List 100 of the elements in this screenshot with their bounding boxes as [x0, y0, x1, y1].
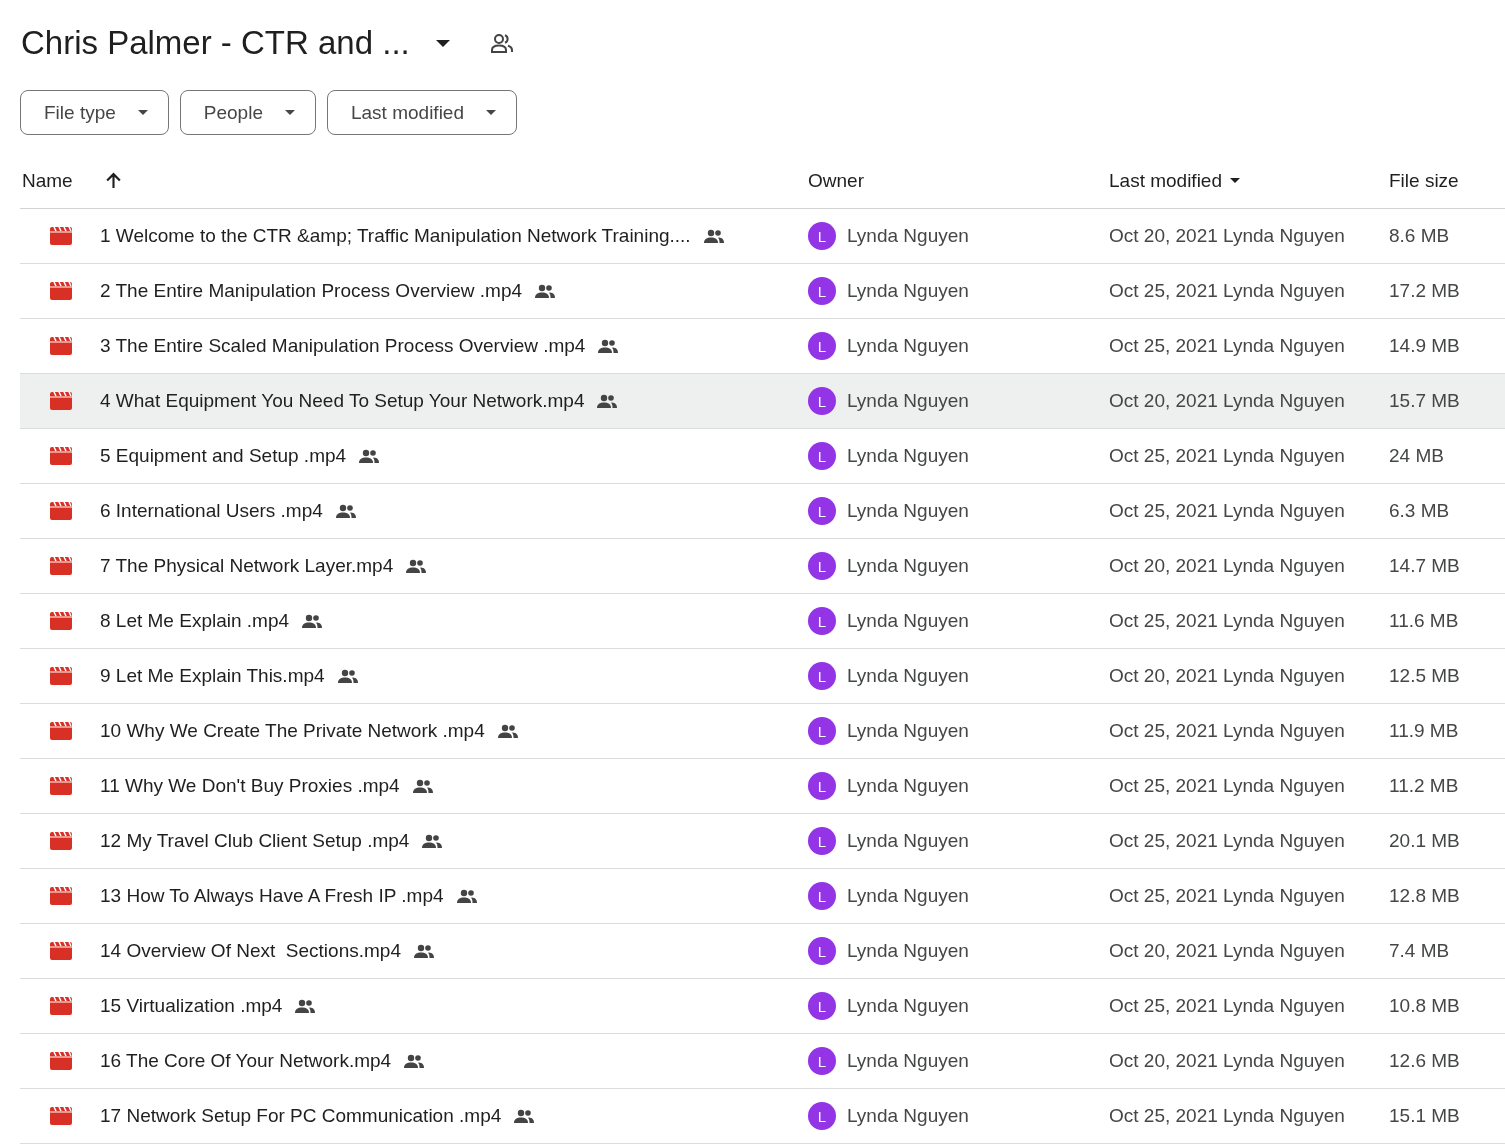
video-file-icon: [50, 612, 72, 630]
video-file-icon: [50, 502, 72, 520]
file-row[interactable]: 12 My Travel Club Client Setup .mp4 L Lynda Nguyen Oct 25, 2021 Lynda Nguyen 20.1 MB: [20, 814, 1505, 869]
video-file-icon: [50, 1052, 72, 1070]
modified-date: Oct 25, 2021: [1109, 500, 1218, 521]
owner-avatar: L: [808, 442, 836, 470]
file-row[interactable]: 16 The Core Of Your Network.mp4 L Lynda Nguyen Oct 20, 2021 Lynda Nguyen 12.6 MB: [20, 1034, 1505, 1089]
file-name: 10 Why We Create The Private Network .mp4: [100, 720, 485, 742]
file-row[interactable]: 13 How To Always Have A Fresh IP .mp4 L Lynda Nguyen Oct 25, 2021 Lynda Nguyen 12.8 MB: [20, 869, 1505, 924]
owner-avatar: L: [808, 552, 836, 580]
dropdown-caret-icon: [137, 110, 148, 115]
file-size: 15.1 MB: [1389, 1105, 1460, 1126]
owner-avatar: L: [808, 772, 836, 800]
file-size: 8.6 MB: [1389, 225, 1450, 246]
filter-chip[interactable]: Last modified: [327, 90, 517, 135]
modified-by: Lynda Nguyen: [1223, 280, 1345, 301]
file-size: 17.2 MB: [1389, 280, 1460, 301]
file-row[interactable]: 17 Network Setup For PC Communication .mp4 L Lynda Nguyen Oct 25, 2021 Lynda Nguyen 15.1 MB: [20, 1089, 1505, 1144]
owner-name: Lynda Nguyen: [847, 225, 969, 247]
file-row[interactable]: 7 The Physical Network Layer.mp4 L Lynda Nguyen Oct 20, 2021 Lynda Nguyen 14.7 MB: [20, 539, 1505, 594]
folder-title: Chris Palmer - CTR and ...: [21, 24, 410, 62]
owner-avatar: L: [808, 827, 836, 855]
file-row[interactable]: 15 Virtualization .mp4 L Lynda Nguyen Oct 25, 2021 Lynda Nguyen 10.8 MB: [20, 979, 1505, 1034]
file-name: 15 Virtualization .mp4: [100, 995, 283, 1017]
video-file-icon: [50, 777, 72, 795]
file-size: 15.7 MB: [1389, 390, 1460, 411]
modified-date: Oct 25, 2021: [1109, 720, 1218, 741]
filter-chip[interactable]: People: [179, 90, 316, 135]
file-size: 12.6 MB: [1389, 1050, 1460, 1071]
video-file-icon: [50, 392, 72, 410]
file-row[interactable]: 6 International Users .mp4 L Lynda Nguyen Oct 25, 2021 Lynda Nguyen 6.3 MB: [20, 484, 1505, 539]
owner-name: Lynda Nguyen: [847, 885, 969, 907]
modified-date: Oct 20, 2021: [1109, 390, 1218, 411]
modified-date: Oct 25, 2021: [1109, 610, 1218, 631]
file-name: 8 Let Me Explain .mp4: [100, 610, 290, 632]
owner-avatar: L: [808, 992, 836, 1020]
video-file-icon: [50, 227, 72, 245]
owner-name: Lynda Nguyen: [847, 500, 969, 522]
modified-by: Lynda Nguyen: [1223, 555, 1345, 576]
file-row[interactable]: 9 Let Me Explain This.mp4 L Lynda Nguyen Oct 20, 2021 Lynda Nguyen 12.5 MB: [20, 649, 1505, 704]
file-row[interactable]: 2 The Entire Manipulation Process Overview .mp4 L Lynda Nguyen Oct 25, 2021 Lynda Nguyen 17.2 MB: [20, 264, 1505, 319]
file-row[interactable]: 11 Why We Don't Buy Proxies .mp4 L Lynda Nguyen Oct 25, 2021 Lynda Nguyen 11.2 MB: [20, 759, 1505, 814]
shared-people-icon: [406, 559, 427, 573]
column-header[interactable]: Name: [22, 169, 73, 192]
shared-people-icon: [535, 284, 556, 298]
file-name: 12 My Travel Club Client Setup .mp4: [100, 830, 410, 852]
file-name: 11 Why We Don't Buy Proxies .mp4: [100, 775, 400, 797]
owner-name: Lynda Nguyen: [847, 335, 969, 357]
modified-by: Lynda Nguyen: [1223, 225, 1345, 246]
owner-avatar: L: [808, 387, 836, 415]
modified-date: Oct 25, 2021: [1109, 775, 1218, 796]
modified-date: Oct 20, 2021: [1109, 555, 1218, 576]
filter-chip[interactable]: File type: [20, 90, 169, 135]
shared-people-icon: [597, 394, 618, 408]
modified-date: Oct 20, 2021: [1109, 665, 1218, 686]
owner-name: Lynda Nguyen: [847, 610, 969, 632]
file-size: 6.3 MB: [1389, 500, 1450, 521]
file-size: 7.4 MB: [1389, 940, 1450, 961]
modified-date: Oct 20, 2021: [1109, 225, 1218, 246]
modified-by: Lynda Nguyen: [1223, 995, 1345, 1016]
file-row[interactable]: 5 Equipment and Setup .mp4 L Lynda Nguyen Oct 25, 2021 Lynda Nguyen 24 MB: [20, 429, 1505, 484]
owner-name: Lynda Nguyen: [847, 720, 969, 742]
video-file-icon: [50, 887, 72, 905]
file-name: 9 Let Me Explain This.mp4: [100, 665, 325, 687]
owner-name: Lynda Nguyen: [847, 775, 969, 797]
file-name: 14 Overview Of Next Sections.mp4: [100, 940, 401, 962]
file-name: 4 What Equipment You Need To Setup Your Network.mp4: [100, 390, 585, 412]
sort-up-arrow-icon[interactable]: [104, 172, 122, 189]
file-name: 16 The Core Of Your Network.mp4: [100, 1050, 392, 1072]
dropdown-caret-icon: [435, 39, 450, 47]
file-row[interactable]: 8 Let Me Explain .mp4 L Lynda Nguyen Oct 25, 2021 Lynda Nguyen 11.6 MB: [20, 594, 1505, 649]
video-file-icon: [50, 337, 72, 355]
modified-date: Oct 25, 2021: [1109, 1105, 1218, 1126]
column-header[interactable]: File size: [1389, 169, 1459, 192]
owner-avatar: L: [808, 1102, 836, 1130]
shared-people-icon: [337, 669, 358, 683]
modified-by: Lynda Nguyen: [1223, 610, 1345, 631]
file-size: 11.2 MB: [1389, 775, 1459, 796]
owner-name: Lynda Nguyen: [847, 280, 969, 302]
column-header[interactable]: Last modified: [1109, 169, 1222, 192]
owner-name: Lynda Nguyen: [847, 1050, 969, 1072]
modified-date: Oct 25, 2021: [1109, 280, 1218, 301]
file-size: 14.7 MB: [1389, 555, 1460, 576]
column-header[interactable]: Owner: [808, 169, 864, 192]
video-file-icon: [50, 722, 72, 740]
owner-avatar: L: [808, 1047, 836, 1075]
file-size: 11.6 MB: [1389, 610, 1459, 631]
file-name: 7 The Physical Network Layer.mp4: [100, 555, 394, 577]
modified-by: Lynda Nguyen: [1223, 665, 1345, 686]
modified-date: Oct 20, 2021: [1109, 940, 1218, 961]
file-row[interactable]: 4 What Equipment You Need To Setup Your Network.mp4 L Lynda Nguyen Oct 20, 2021 Lynda Nguyen 15.7 MB: [20, 374, 1505, 429]
video-file-icon: [50, 282, 72, 300]
file-row[interactable]: 10 Why We Create The Private Network .mp4 L Lynda Nguyen Oct 25, 2021 Lynda Nguyen 11.9 MB: [20, 704, 1505, 759]
modified-by: Lynda Nguyen: [1223, 1050, 1345, 1071]
file-row[interactable]: 1 Welcome to the CTR &amp; Traffic Manipulation Network Training.... L Lynda Nguyen Oct 20, 2021 Lynda Nguyen 8.6 MB: [20, 209, 1505, 264]
file-size: 20.1 MB: [1389, 830, 1460, 851]
shared-people-icon: [598, 339, 619, 353]
file-row[interactable]: 14 Overview Of Next Sections.mp4 L Lynda Nguyen Oct 20, 2021 Lynda Nguyen 7.4 MB: [20, 924, 1505, 979]
modified-date: Oct 25, 2021: [1109, 335, 1218, 356]
people-icon[interactable]: [489, 33, 514, 53]
